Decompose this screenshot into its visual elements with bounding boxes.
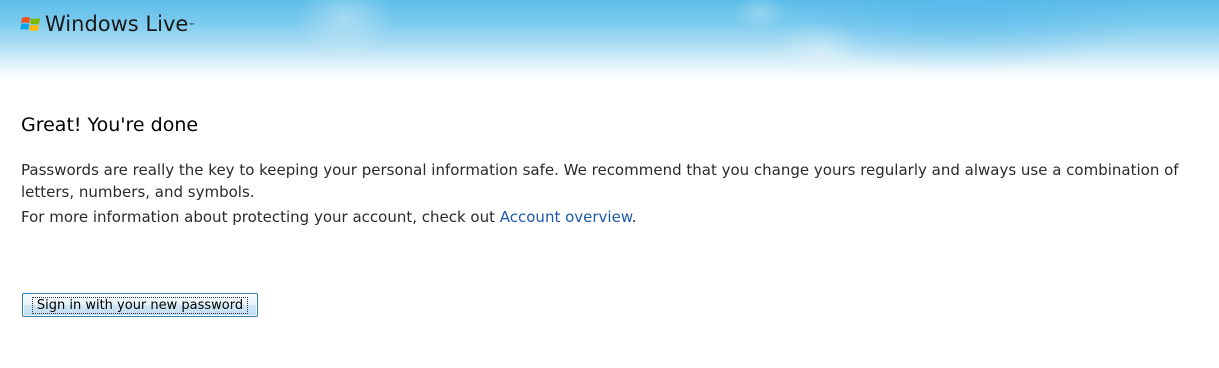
account-overview-link[interactable]: Account overview: [500, 208, 632, 226]
account-info-prefix: For more information about protecting yo…: [21, 208, 500, 226]
sign-in-button[interactable]: Sign in with your new password: [22, 293, 258, 317]
windows-flag-icon: [20, 17, 40, 31]
windows-live-logo[interactable]: Windows Live ™: [20, 9, 195, 39]
brand-name: Windows Live: [45, 12, 189, 36]
sign-in-button-label: Sign in with your new password: [31, 296, 249, 314]
account-info-text: For more information about protecting yo…: [21, 206, 1211, 228]
password-advice-text: Passwords are really the key to keeping …: [21, 161, 1179, 201]
page: Windows Live ™ Great! You're done Passwor…: [0, 0, 1219, 368]
account-info-suffix: .: [631, 208, 637, 226]
page-title: Great! You're done: [21, 114, 199, 136]
trademark-symbol: ™: [188, 22, 196, 30]
header-banner: Windows Live ™: [0, 0, 1219, 82]
